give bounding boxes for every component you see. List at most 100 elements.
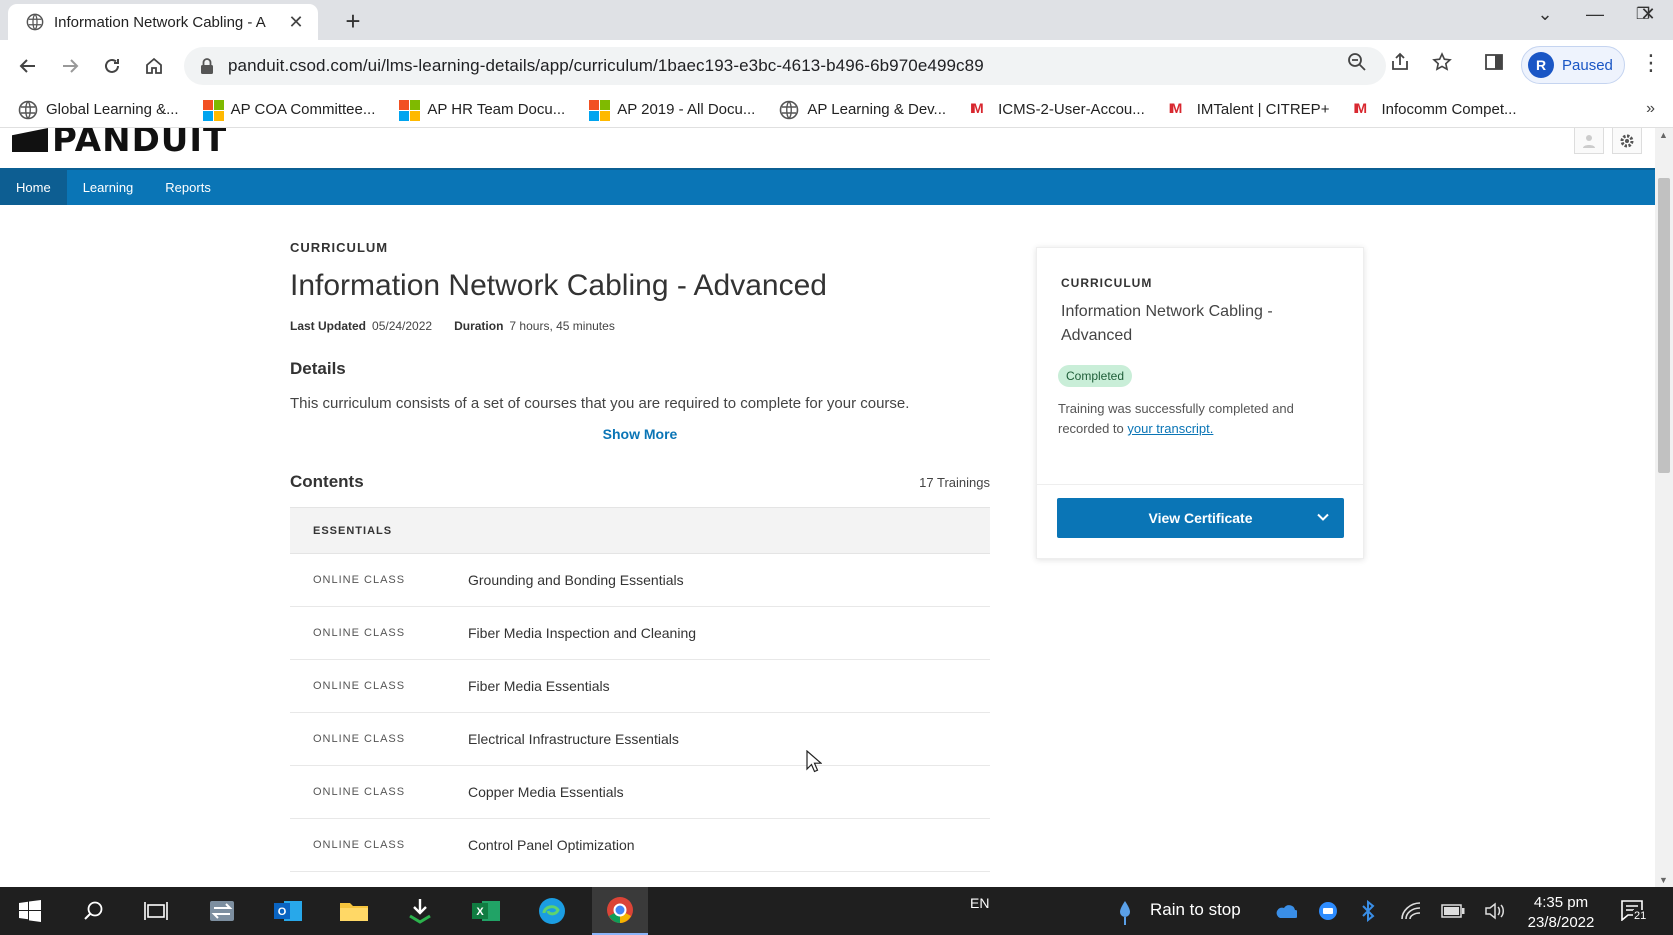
transcript-link[interactable]: your transcript. [1127, 421, 1213, 436]
avatar: R [1528, 52, 1554, 78]
panduit-logo[interactable]: PANDUIT [12, 128, 227, 152]
scroll-thumb[interactable] [1658, 178, 1670, 473]
view-certificate-button[interactable]: View Certificate [1057, 498, 1344, 538]
input-language[interactable]: EN [970, 895, 989, 911]
minimize-button[interactable]: — [1580, 4, 1610, 25]
details-heading: Details [290, 359, 346, 378]
show-more-link[interactable]: Show More [290, 426, 990, 442]
battery-icon[interactable] [1441, 904, 1465, 918]
side-panel-icon[interactable] [1483, 51, 1505, 73]
bookmark-item[interactable]: IM ICMS-2-User-Accou... [970, 100, 1145, 120]
chevron-down-icon[interactable] [1316, 510, 1330, 524]
back-button[interactable] [14, 52, 42, 80]
user-avatar-icon[interactable] [1574, 128, 1604, 154]
search-icon[interactable] [70, 887, 118, 935]
card-eyebrow: CURRICULUM [1061, 276, 1153, 290]
page-title: Information Network Cabling - Advanced [290, 269, 827, 302]
site-header: PANDUIT [0, 128, 1655, 168]
bookmark-item[interactable]: IM IMTalent | CITREP+ [1169, 100, 1330, 120]
svg-text:X: X [476, 906, 484, 918]
profile-button[interactable]: R Paused [1521, 46, 1625, 84]
forward-button[interactable] [56, 52, 84, 80]
bookmark-label: Global Learning &... [46, 101, 179, 118]
weather-text[interactable]: Rain to stop [1150, 900, 1241, 920]
status-badge: Completed [1058, 365, 1133, 387]
nav-learning[interactable]: Learning [67, 170, 150, 205]
taskbar-clock[interactable]: 4:35 pm 23/8/2022 [1516, 893, 1606, 933]
scroll-down-icon[interactable]: ▼ [1659, 875, 1668, 885]
file-sync-app-icon[interactable] [198, 887, 246, 935]
share-icon[interactable] [1389, 51, 1411, 73]
nav-home[interactable]: Home [0, 170, 67, 205]
bookmark-item[interactable]: IM Infocomm Compet... [1353, 100, 1516, 120]
bookmarks-overflow-button[interactable]: » [1646, 100, 1655, 118]
training-type: ONLINE CLASS [313, 680, 406, 692]
close-window-button[interactable]: ✕ [1633, 4, 1663, 25]
notification-count: 21 [1633, 910, 1648, 922]
gear-icon[interactable] [1612, 128, 1642, 154]
tab-title: Information Network Cabling - A [54, 13, 266, 31]
task-view-icon[interactable] [132, 887, 180, 935]
view-certificate-label: View Certificate [1148, 510, 1253, 526]
onedrive-icon[interactable] [1275, 903, 1297, 919]
section-header-essentials[interactable]: ESSENTIALS [290, 507, 990, 554]
browser-toolbar: panduit.csod.com/ui/lms-learning-details… [0, 40, 1673, 92]
tab-strip: Information Network Cabling - A ✕ + ⌄ — … [0, 0, 1673, 40]
bookmark-item[interactable]: AP 2019 - All Docu... [589, 99, 755, 121]
reload-button[interactable] [98, 52, 126, 80]
file-explorer-icon[interactable] [330, 887, 378, 935]
bookmark-label: AP COA Committee... [230, 101, 376, 118]
outlook-icon[interactable]: O [264, 887, 312, 935]
main-nav: Home Learning Reports [0, 168, 1655, 205]
lock-icon [201, 58, 213, 74]
bookmark-item[interactable]: Global Learning &... [18, 100, 179, 120]
chrome-browser-icon[interactable] [592, 887, 648, 935]
list-item[interactable]: ONLINE CLASS Fiber Media Essentials [290, 660, 990, 713]
new-tab-button[interactable]: + [340, 6, 366, 37]
trainings-count: 17 Trainings [919, 475, 990, 490]
close-tab-icon[interactable]: ✕ [286, 12, 306, 33]
weather-rain-icon[interactable] [1118, 899, 1132, 925]
curriculum-meta: Last Updated 05/24/2022 Duration 7 hours… [290, 319, 990, 333]
list-item[interactable]: ONLINE CLASS Fiber Media Inspection and … [290, 607, 990, 660]
logo-text: PANDUIT [52, 128, 228, 152]
list-item[interactable]: ONLINE CLASS Electrical Infrastructure E… [290, 713, 990, 766]
bluetooth-icon[interactable] [1360, 900, 1376, 922]
microsoft-icon [202, 99, 224, 121]
browser-menu-icon[interactable]: ⋮ [1640, 52, 1662, 74]
list-item[interactable]: ONLINE CLASS Grounding and Bonding Essen… [290, 554, 990, 607]
page-scrollbar[interactable]: ▲ ▼ [1655, 128, 1673, 887]
bookmark-item[interactable]: AP COA Committee... [202, 99, 376, 121]
excel-icon[interactable]: X [462, 887, 510, 935]
curriculum-eyebrow: CURRICULUM [290, 240, 389, 255]
training-type: ONLINE CLASS [313, 786, 406, 798]
zoom-icon[interactable] [1346, 51, 1368, 73]
app-installer-icon[interactable] [396, 887, 444, 935]
globe-icon [26, 13, 44, 31]
bookmark-item[interactable]: AP HR Team Docu... [399, 99, 565, 121]
browser-tab-active[interactable]: Information Network Cabling - A ✕ [8, 4, 318, 40]
list-item[interactable]: ONLINE CLASS Copper Media Essentials [290, 766, 990, 819]
bookmark-item[interactable]: AP Learning & Dev... [779, 100, 946, 120]
contents-heading: Contents [290, 472, 364, 491]
curriculum-status-card: CURRICULUM Information Network Cabling -… [1036, 247, 1364, 559]
scroll-up-icon[interactable]: ▲ [1659, 130, 1668, 140]
logo-mark-icon [12, 128, 48, 152]
bookmark-star-icon[interactable] [1431, 51, 1453, 73]
nav-reports[interactable]: Reports [149, 170, 227, 205]
duration-label: Duration [454, 319, 504, 333]
windows-start-icon[interactable] [6, 887, 54, 935]
address-bar[interactable]: panduit.csod.com/ui/lms-learning-details… [184, 47, 1386, 85]
list-item[interactable]: ONLINE CLASS Control Panel Optimization [290, 819, 990, 872]
wifi-icon[interactable] [1400, 901, 1422, 921]
home-button[interactable] [140, 52, 168, 80]
notification-center-icon[interactable]: 21 [1620, 899, 1650, 923]
meeting-app-icon[interactable] [1318, 901, 1338, 921]
training-name: Fiber Media Inspection and Cleaning [468, 625, 697, 641]
edge-browser-icon[interactable] [528, 887, 576, 935]
details-description: This curriculum consists of a set of cou… [290, 395, 910, 412]
tab-search-icon[interactable]: ⌄ [1530, 4, 1560, 25]
page-content: PANDUIT Home Learning Reports CURRICULUM… [0, 128, 1655, 887]
imda-icon: IM [1168, 99, 1183, 116]
volume-icon[interactable] [1484, 902, 1506, 920]
